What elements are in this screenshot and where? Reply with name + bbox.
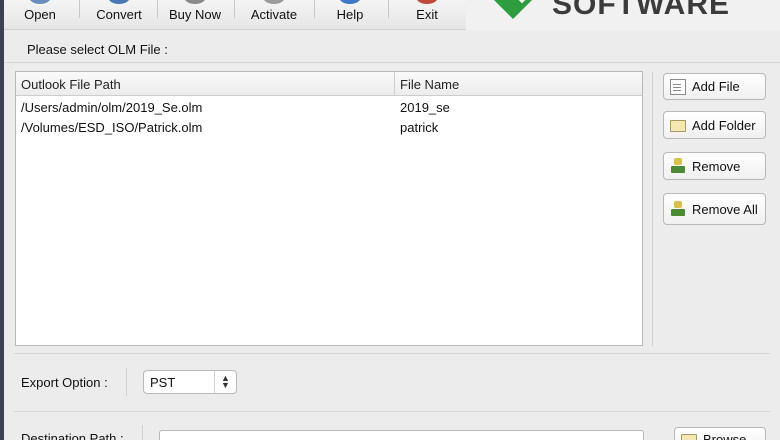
- file-table[interactable]: Outlook File Path File Name /Users/admin…: [15, 71, 643, 346]
- remove-icon: [670, 158, 686, 174]
- column-separator: [394, 72, 395, 96]
- help-button[interactable]: Help: [322, 0, 378, 30]
- row-name: 2019_se: [400, 100, 450, 115]
- convert-label: Convert: [96, 7, 142, 22]
- app-window: Open Convert Buy Now Activate Help Exit: [4, 0, 780, 440]
- open-button[interactable]: Open: [12, 0, 68, 30]
- buy-now-label: Buy Now: [168, 7, 222, 22]
- remove-label: Remove: [692, 158, 741, 174]
- destination-path-label: Destination Path :: [21, 431, 124, 440]
- folder-icon: [670, 120, 686, 132]
- toolbar: Open Convert Buy Now Activate Help Exit: [4, 0, 780, 30]
- row-path: /Volumes/ESD_ISO/Patrick.olm: [21, 120, 203, 135]
- remove-all-icon: [670, 201, 686, 217]
- activate-button[interactable]: Activate: [242, 0, 306, 30]
- cart-icon: [184, 0, 206, 4]
- add-folder-button[interactable]: Add Folder: [663, 111, 766, 139]
- divider: [14, 353, 770, 354]
- exit-label: Exit: [416, 7, 438, 22]
- table-row[interactable]: /Volumes/ESD_ISO/Patrick.olm patrick: [16, 117, 642, 137]
- browse-button[interactable]: Browse: [674, 427, 766, 440]
- help-icon: [339, 0, 361, 4]
- table-row[interactable]: /Users/admin/olm/2019_Se.olm 2019_se: [16, 97, 642, 117]
- export-option-label: Export Option :: [21, 375, 108, 390]
- toolbar-separator: [79, 0, 80, 18]
- remove-all-label: Remove All: [692, 201, 758, 217]
- add-file-button[interactable]: Add File: [663, 73, 766, 100]
- select-arrows-icon: ▲ ▼: [214, 371, 236, 393]
- toolbar-separator: [314, 0, 315, 18]
- divider: [4, 62, 780, 63]
- add-folder-label: Add Folder: [692, 117, 756, 133]
- toolbar-separator: [234, 0, 235, 18]
- convert-icon: [108, 0, 130, 4]
- column-header-name[interactable]: File Name: [400, 77, 459, 92]
- destination-separator: [142, 425, 143, 440]
- select-olm-label: Please select OLM File :: [27, 42, 168, 57]
- column-header-path[interactable]: Outlook File Path: [21, 77, 121, 92]
- row-name: patrick: [400, 120, 439, 135]
- activate-label: Activate: [250, 7, 298, 22]
- exit-icon: [416, 0, 438, 4]
- exit-button[interactable]: Exit: [399, 0, 455, 30]
- open-label: Open: [24, 7, 56, 22]
- buy-now-button[interactable]: Buy Now: [164, 0, 226, 30]
- logo-text: SOFTWARE: [552, 0, 730, 21]
- export-format-select[interactable]: PST ▲ ▼: [143, 370, 237, 394]
- toolbar-separator: [157, 0, 158, 18]
- toolbar-separator: [388, 0, 389, 18]
- browse-label: Browse: [703, 431, 747, 440]
- file-icon: [670, 78, 686, 95]
- logo-diamond-icon: [488, 0, 538, 20]
- convert-button[interactable]: Convert: [86, 0, 152, 30]
- key-icon: [263, 0, 285, 4]
- divider: [14, 411, 770, 412]
- remove-all-button[interactable]: Remove All: [663, 193, 766, 225]
- export-separator: [126, 368, 127, 396]
- table-header: Outlook File Path File Name: [16, 72, 642, 96]
- export-format-value: PST: [150, 375, 176, 390]
- remove-button[interactable]: Remove: [663, 152, 766, 180]
- brand-logo: SOFTWARE: [466, 0, 780, 30]
- open-icon: [29, 0, 51, 4]
- folder-icon: [681, 434, 697, 440]
- help-label: Help: [336, 7, 364, 22]
- add-file-label: Add File: [692, 79, 740, 94]
- row-path: /Users/admin/olm/2019_Se.olm: [21, 100, 203, 115]
- destination-path-input[interactable]: [159, 430, 644, 440]
- panel-divider: [652, 72, 653, 346]
